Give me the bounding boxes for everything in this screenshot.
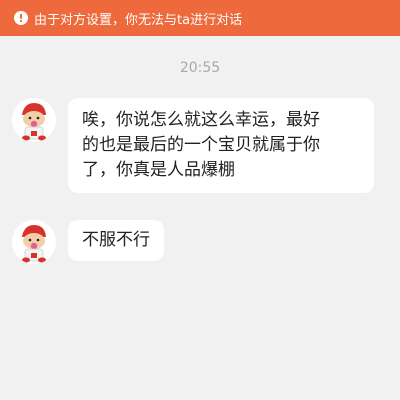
blocked-notice-banner: ! 由于对方设置，你无法与ta进行对话 — [0, 0, 400, 36]
sender-avatar[interactable] — [12, 220, 56, 264]
message-bubble[interactable]: 不服不行 — [68, 220, 164, 261]
chat-screen: ! 由于对方设置，你无法与ta进行对话 20:55 唉，你说怎么就这么幸运，最好… — [0, 0, 400, 400]
message-text-line: 唉，你说怎么就这么幸运，最好 — [82, 110, 320, 130]
message-row: 唉，你说怎么就这么幸运，最好 的也是最后的一个宝贝就属于你 了，你真是人品爆棚 — [12, 98, 374, 193]
message-text-line: 的也是最后的一个宝贝就属于你 — [82, 135, 320, 155]
sender-avatar[interactable] — [12, 98, 56, 142]
message-text-line: 了，你真是人品爆棚 — [82, 160, 235, 180]
message-bubble[interactable]: 唉，你说怎么就这么幸运，最好 的也是最后的一个宝贝就属于你 了，你真是人品爆棚 — [68, 98, 374, 193]
exclamation-icon: ! — [14, 11, 28, 25]
blocked-notice-text: 由于对方设置，你无法与ta进行对话 — [34, 12, 243, 28]
message-timestamp: 20:55 — [179, 60, 221, 76]
message-row: 不服不行 — [12, 220, 164, 264]
